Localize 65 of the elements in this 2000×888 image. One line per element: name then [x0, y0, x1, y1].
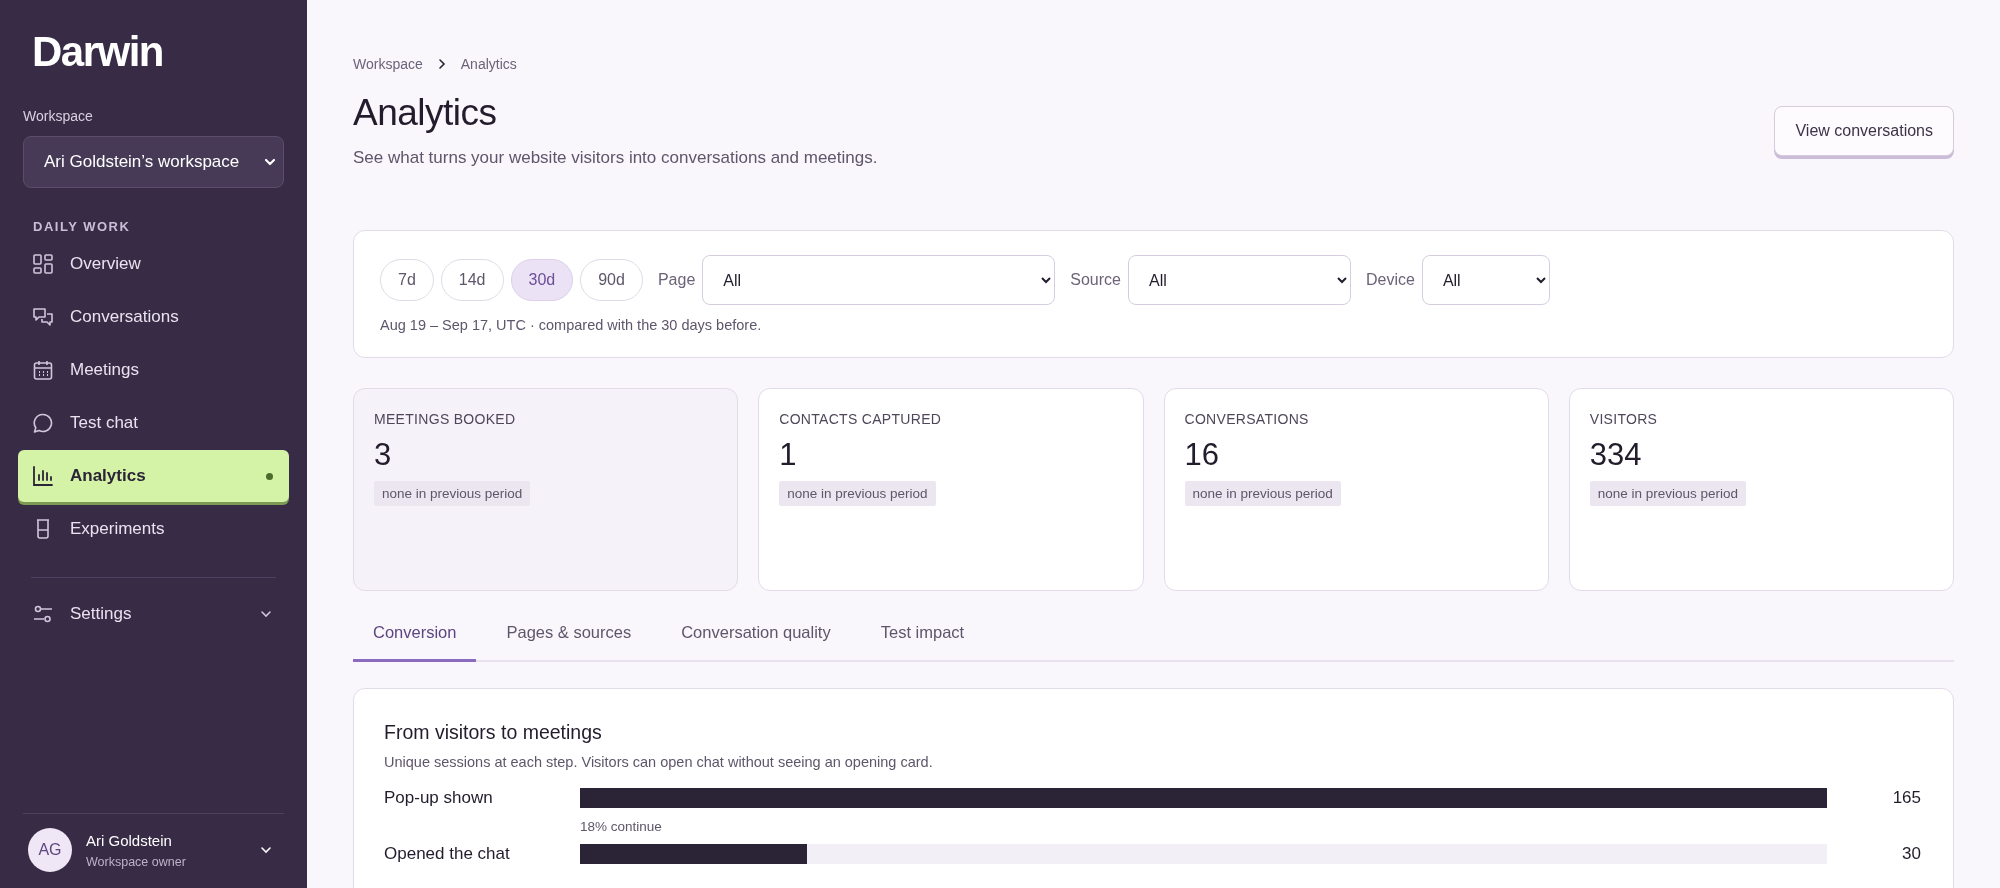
page-subtitle: See what turns your website visitors into conversations and meetings. — [353, 148, 878, 168]
nav-item[interactable]: Analytics — [18, 450, 289, 502]
filter-label: Device — [1366, 271, 1415, 289]
tab[interactable]: Pages & sources — [486, 623, 652, 662]
change-badge: none in previous period — [1589, 481, 1747, 506]
filter-label: Source — [1070, 271, 1121, 289]
metric-label: CONVERSATIONS — [1184, 411, 1309, 427]
tab[interactable]: Conversation quality — [661, 623, 851, 662]
nav-item[interactable]: Conversations — [18, 291, 289, 343]
range-button[interactable]: 30d — [510, 259, 574, 301]
metric-card[interactable]: CONTACTS CAPTURED 1 none in previous period — [758, 388, 1144, 591]
metric-value: 334 — [1589, 437, 1642, 473]
workspace-select[interactable]: Ari Goldstein’s workspace — [23, 136, 284, 188]
funnel-subtitle: Unique sessions at each step. Visitors can open chat without seeing an opening card. — [384, 754, 934, 770]
metric-card[interactable]: VISITORS 334 none in previous period — [1568, 388, 1954, 591]
metric-value: 16 — [1184, 437, 1219, 473]
change-badge: none in previous period — [1184, 481, 1341, 506]
user-role: Workspace owner — [86, 854, 187, 869]
filter-select[interactable]: All — [1128, 255, 1351, 305]
workspace-label: Workspace — [23, 108, 93, 124]
tab[interactable]: Conversion — [353, 623, 477, 662]
section-title: DAILY WORK — [33, 219, 131, 234]
bar-chart-icon — [32, 465, 54, 487]
avatar: AG — [28, 828, 72, 872]
user-menu[interactable]: AG Ari Goldstein Workspace owner — [18, 828, 289, 872]
filter-select[interactable]: All — [1421, 255, 1550, 305]
chat-bubbles-icon — [32, 306, 54, 328]
nav-item[interactable]: Meetings — [18, 344, 289, 396]
step-label: Pop-up shown — [384, 788, 494, 808]
funnel-title: From visitors to meetings — [384, 721, 603, 744]
change-badge: none in previous period — [779, 481, 936, 506]
range-button[interactable]: 7d — [380, 259, 434, 301]
user-name: Ari Goldstein — [86, 831, 173, 849]
nav-item[interactable]: Overview — [18, 238, 289, 290]
logo: Darwin — [32, 28, 164, 76]
sliders-icon — [32, 603, 54, 625]
metric-label: MEETINGS BOOKED — [374, 411, 516, 427]
chat-bubble-icon — [32, 412, 54, 434]
metric-value: 3 — [374, 437, 392, 473]
calendar-icon — [32, 359, 54, 381]
tab[interactable]: Test impact — [860, 623, 985, 662]
continue-note: 18% continue — [580, 818, 663, 834]
step-label: Opened the chat — [384, 844, 511, 864]
date-range-note: Aug 19 – Sep 17, UTC · compared with the 30 days before. — [380, 317, 763, 333]
chevron-right-icon — [436, 58, 447, 70]
breadcrumb-link[interactable]: Workspace — [353, 56, 423, 72]
grid-icon — [32, 253, 54, 275]
filter-select[interactable]: All — [702, 255, 1056, 305]
metric-card[interactable]: MEETINGS BOOKED 3 none in previous period — [353, 388, 739, 591]
view-conversations-button[interactable]: View conversations — [1774, 106, 1954, 156]
metric-label: VISITORS — [1589, 411, 1658, 427]
range-button[interactable]: 14d — [440, 259, 504, 301]
change-badge: none in previous period — [374, 481, 531, 506]
range-button[interactable]: 90d — [580, 259, 643, 301]
metric-card[interactable]: CONVERSATIONS 16 none in previous period — [1163, 388, 1549, 591]
page-title: Analytics — [353, 92, 498, 134]
settings-item[interactable]: Settings — [18, 588, 289, 640]
filter-label: Page — [657, 271, 696, 289]
nav-item[interactable]: Experiments — [18, 503, 289, 555]
metric-label: CONTACTS CAPTURED — [779, 411, 942, 427]
nav-item[interactable]: Test chat — [18, 397, 289, 449]
metric-value: 1 — [779, 437, 797, 473]
active-dot-icon — [266, 472, 273, 480]
step-value: 30 — [1902, 844, 1921, 864]
step-value: 165 — [1892, 788, 1921, 808]
